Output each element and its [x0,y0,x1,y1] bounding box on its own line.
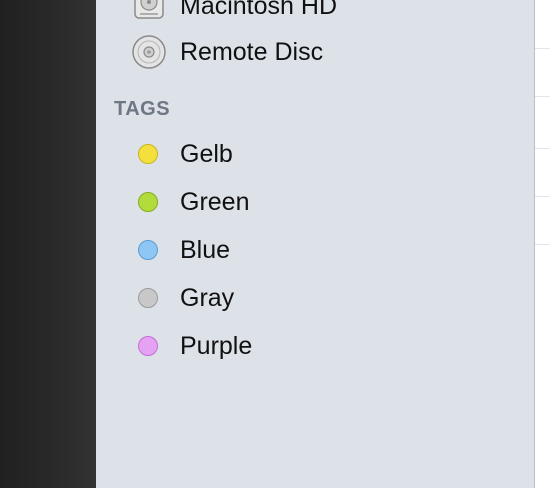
row-divider [535,148,550,149]
sidebar-item-tag-gray[interactable]: Gray [96,276,535,320]
hard-drive-icon [134,0,164,19]
row-divider [535,96,550,97]
tags-section-header: TAGS [114,98,171,120]
sidebar-item-label: Gelb [180,139,233,168]
sidebar-item-label: Gray [180,283,235,312]
row-divider [535,48,550,49]
optical-disc-icon [132,35,166,69]
blue-tag-dot-icon [138,240,158,260]
sidebar-item-label: Macintosh HD [180,0,337,20]
sidebar-item-macintosh-hd[interactable]: Macintosh HD [96,0,535,28]
green-tag-dot-icon [138,192,158,212]
sidebar-item-tag-purple[interactable]: Purple [96,324,535,368]
sidebar-item-label: Blue [180,235,231,264]
sidebar-item-tag-green[interactable]: Green [96,180,535,224]
sidebar-item-tag-blue[interactable]: Blue [96,228,535,272]
row-divider [535,196,550,197]
sidebar-item-label: Remote Disc [180,37,324,66]
gray-tag-dot-icon [138,288,158,308]
file-list-edge [535,0,550,488]
finder-sidebar: Macintosh HD Remote Disc TAGS Gelb Green… [96,0,535,488]
desktop-background [0,0,96,488]
yellow-tag-dot-icon [138,144,158,164]
sidebar-item-label: Green [180,187,250,216]
sidebar-item-tag-gelb[interactable]: Gelb [96,132,535,176]
row-divider [535,244,550,245]
sidebar-item-remote-disc[interactable]: Remote Disc [96,30,535,74]
purple-tag-dot-icon [138,336,158,356]
sidebar-item-label: Purple [180,331,253,360]
